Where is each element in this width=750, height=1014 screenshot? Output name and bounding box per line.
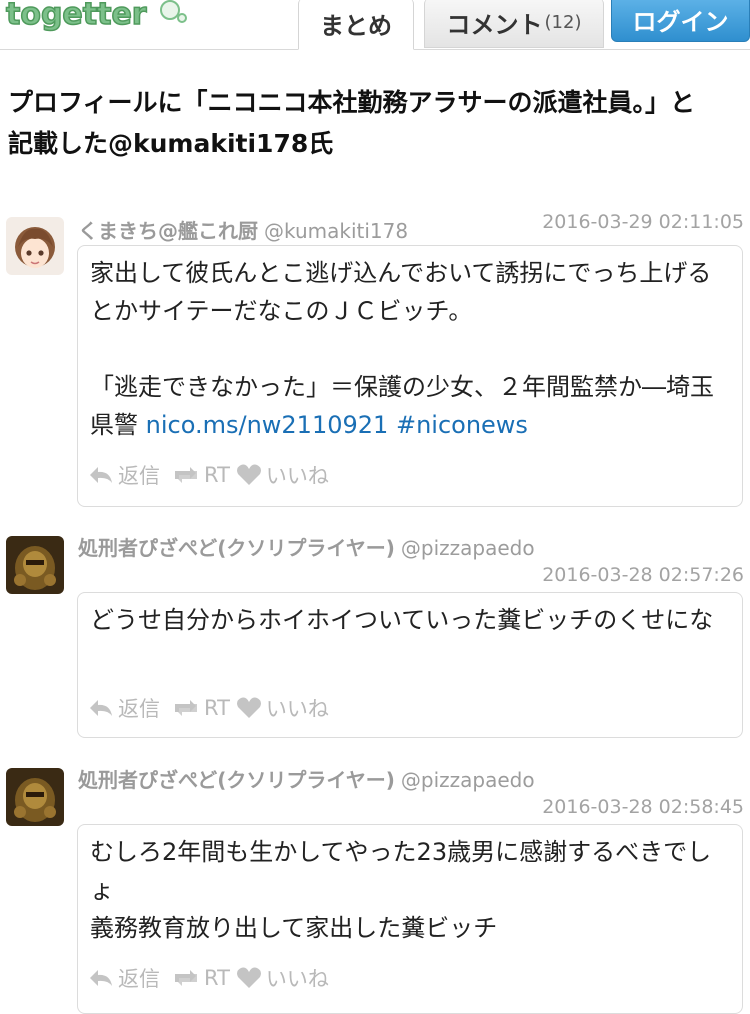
like-label: いいね	[265, 464, 329, 488]
retweet-button[interactable]: RT	[172, 966, 230, 990]
avatar[interactable]	[6, 536, 64, 594]
heart-icon	[236, 967, 261, 988]
avatar[interactable]	[6, 768, 64, 826]
tweet-author[interactable]: 処刑者ぴざぺど(クソリプライヤー) @pizzapaedo	[78, 532, 535, 561]
tweet-actions: 返信 RT いいね	[88, 693, 329, 723]
page-title: プロフィールに「ニコニコ本社勤務アラサーの派遣社員。」と記載した@kumakit…	[8, 88, 696, 158]
like-button[interactable]: いいね	[236, 693, 329, 723]
tweet-bubble: 家出して彼氏んとこ逃げ込んでおいて誘拐にでっち上げるとかサイテーだなこのＪＣビッ…	[77, 245, 743, 507]
retweet-label: RT	[204, 966, 230, 990]
author-handle: @pizzapaedo	[400, 768, 535, 792]
reply-label: 返信	[118, 697, 160, 721]
avatar-armor-icon	[6, 768, 64, 826]
tweet-date[interactable]: 2016-03-28 02:58:45	[542, 796, 744, 818]
tab-comment-label: コメント	[446, 11, 543, 39]
tweet-hashtag[interactable]: #niconews	[396, 411, 528, 439]
heart-icon	[236, 697, 261, 718]
avatar-anime-girl-icon	[6, 217, 64, 275]
tab-comment[interactable]: コメント (12)	[424, 0, 604, 48]
tweet-actions: 返信 RT いいね	[88, 963, 329, 993]
author-name: 処刑者ぴざぺど(クソリプライヤー)	[78, 536, 395, 560]
retweet-button[interactable]: RT	[172, 463, 230, 487]
app-header: togetter まとめ コメント (12) ログイン	[0, 0, 750, 50]
tab-matome[interactable]: まとめ	[298, 0, 414, 50]
author-handle: @kumakiti178	[264, 219, 409, 243]
reply-icon	[90, 467, 112, 483]
author-name: くまきち@艦これ厨	[78, 219, 258, 243]
tweet-actions: 返信 RT いいね	[88, 460, 329, 490]
tweet-date[interactable]: 2016-03-28 02:57:26	[542, 564, 744, 586]
tweet-bubble: むしろ2年間も生かしてやった23歳男に感謝するべきでしょ 義務教育放り出して家出…	[77, 824, 743, 1014]
like-label: いいね	[265, 967, 329, 991]
author-handle: @pizzapaedo	[400, 536, 535, 560]
tweet-text: 家出して彼氏んとこ逃げ込んでおいて誘拐にでっち上げるとかサイテーだなこのＪＣビッ…	[90, 254, 730, 444]
reply-icon	[90, 970, 112, 986]
like-label: いいね	[265, 697, 329, 721]
retweet-icon	[175, 700, 197, 716]
avatar[interactable]	[6, 217, 64, 275]
reply-label: 返信	[118, 967, 160, 991]
reply-button[interactable]: 返信	[88, 460, 160, 490]
reply-button[interactable]: 返信	[88, 963, 160, 993]
tab-matome-label: まとめ	[320, 12, 392, 40]
tweet-author[interactable]: くまきち@艦これ厨 @kumakiti178	[78, 215, 408, 244]
author-name: 処刑者ぴざぺど(クソリプライヤー)	[78, 768, 395, 792]
like-button[interactable]: いいね	[236, 963, 329, 993]
like-button[interactable]: いいね	[236, 460, 329, 490]
retweet-label: RT	[204, 696, 230, 720]
togetter-logo[interactable]: togetter	[2, 0, 192, 36]
tweet-text: むしろ2年間も生かしてやった23歳男に感謝するべきでしょ 義務教育放り出して家出…	[90, 838, 712, 942]
retweet-button[interactable]: RT	[172, 696, 230, 720]
reply-label: 返信	[118, 464, 160, 488]
retweet-icon	[175, 970, 197, 986]
tweet-date[interactable]: 2016-03-29 02:11:05	[542, 211, 744, 233]
tweet-text: どうせ自分からホイホイついていった糞ビッチのくせにな	[90, 606, 714, 634]
avatar-armor-icon	[6, 536, 64, 594]
retweet-icon	[175, 467, 197, 483]
tweet-author[interactable]: 処刑者ぴざぺど(クソリプライヤー) @pizzapaedo	[78, 764, 535, 793]
retweet-label: RT	[204, 463, 230, 487]
tweet-link[interactable]: nico.ms/nw2110921	[146, 411, 389, 439]
tweet-bubble: どうせ自分からホイホイついていった糞ビッチのくせにな 返信 RT いいね	[77, 592, 743, 738]
heart-icon	[236, 464, 261, 485]
login-button[interactable]: ログイン	[611, 0, 750, 42]
login-label: ログイン	[632, 7, 729, 36]
reply-icon	[90, 700, 112, 716]
reply-button[interactable]: 返信	[88, 693, 160, 723]
logo-text: togetter	[6, 0, 147, 32]
comment-count: (12)	[544, 12, 582, 33]
